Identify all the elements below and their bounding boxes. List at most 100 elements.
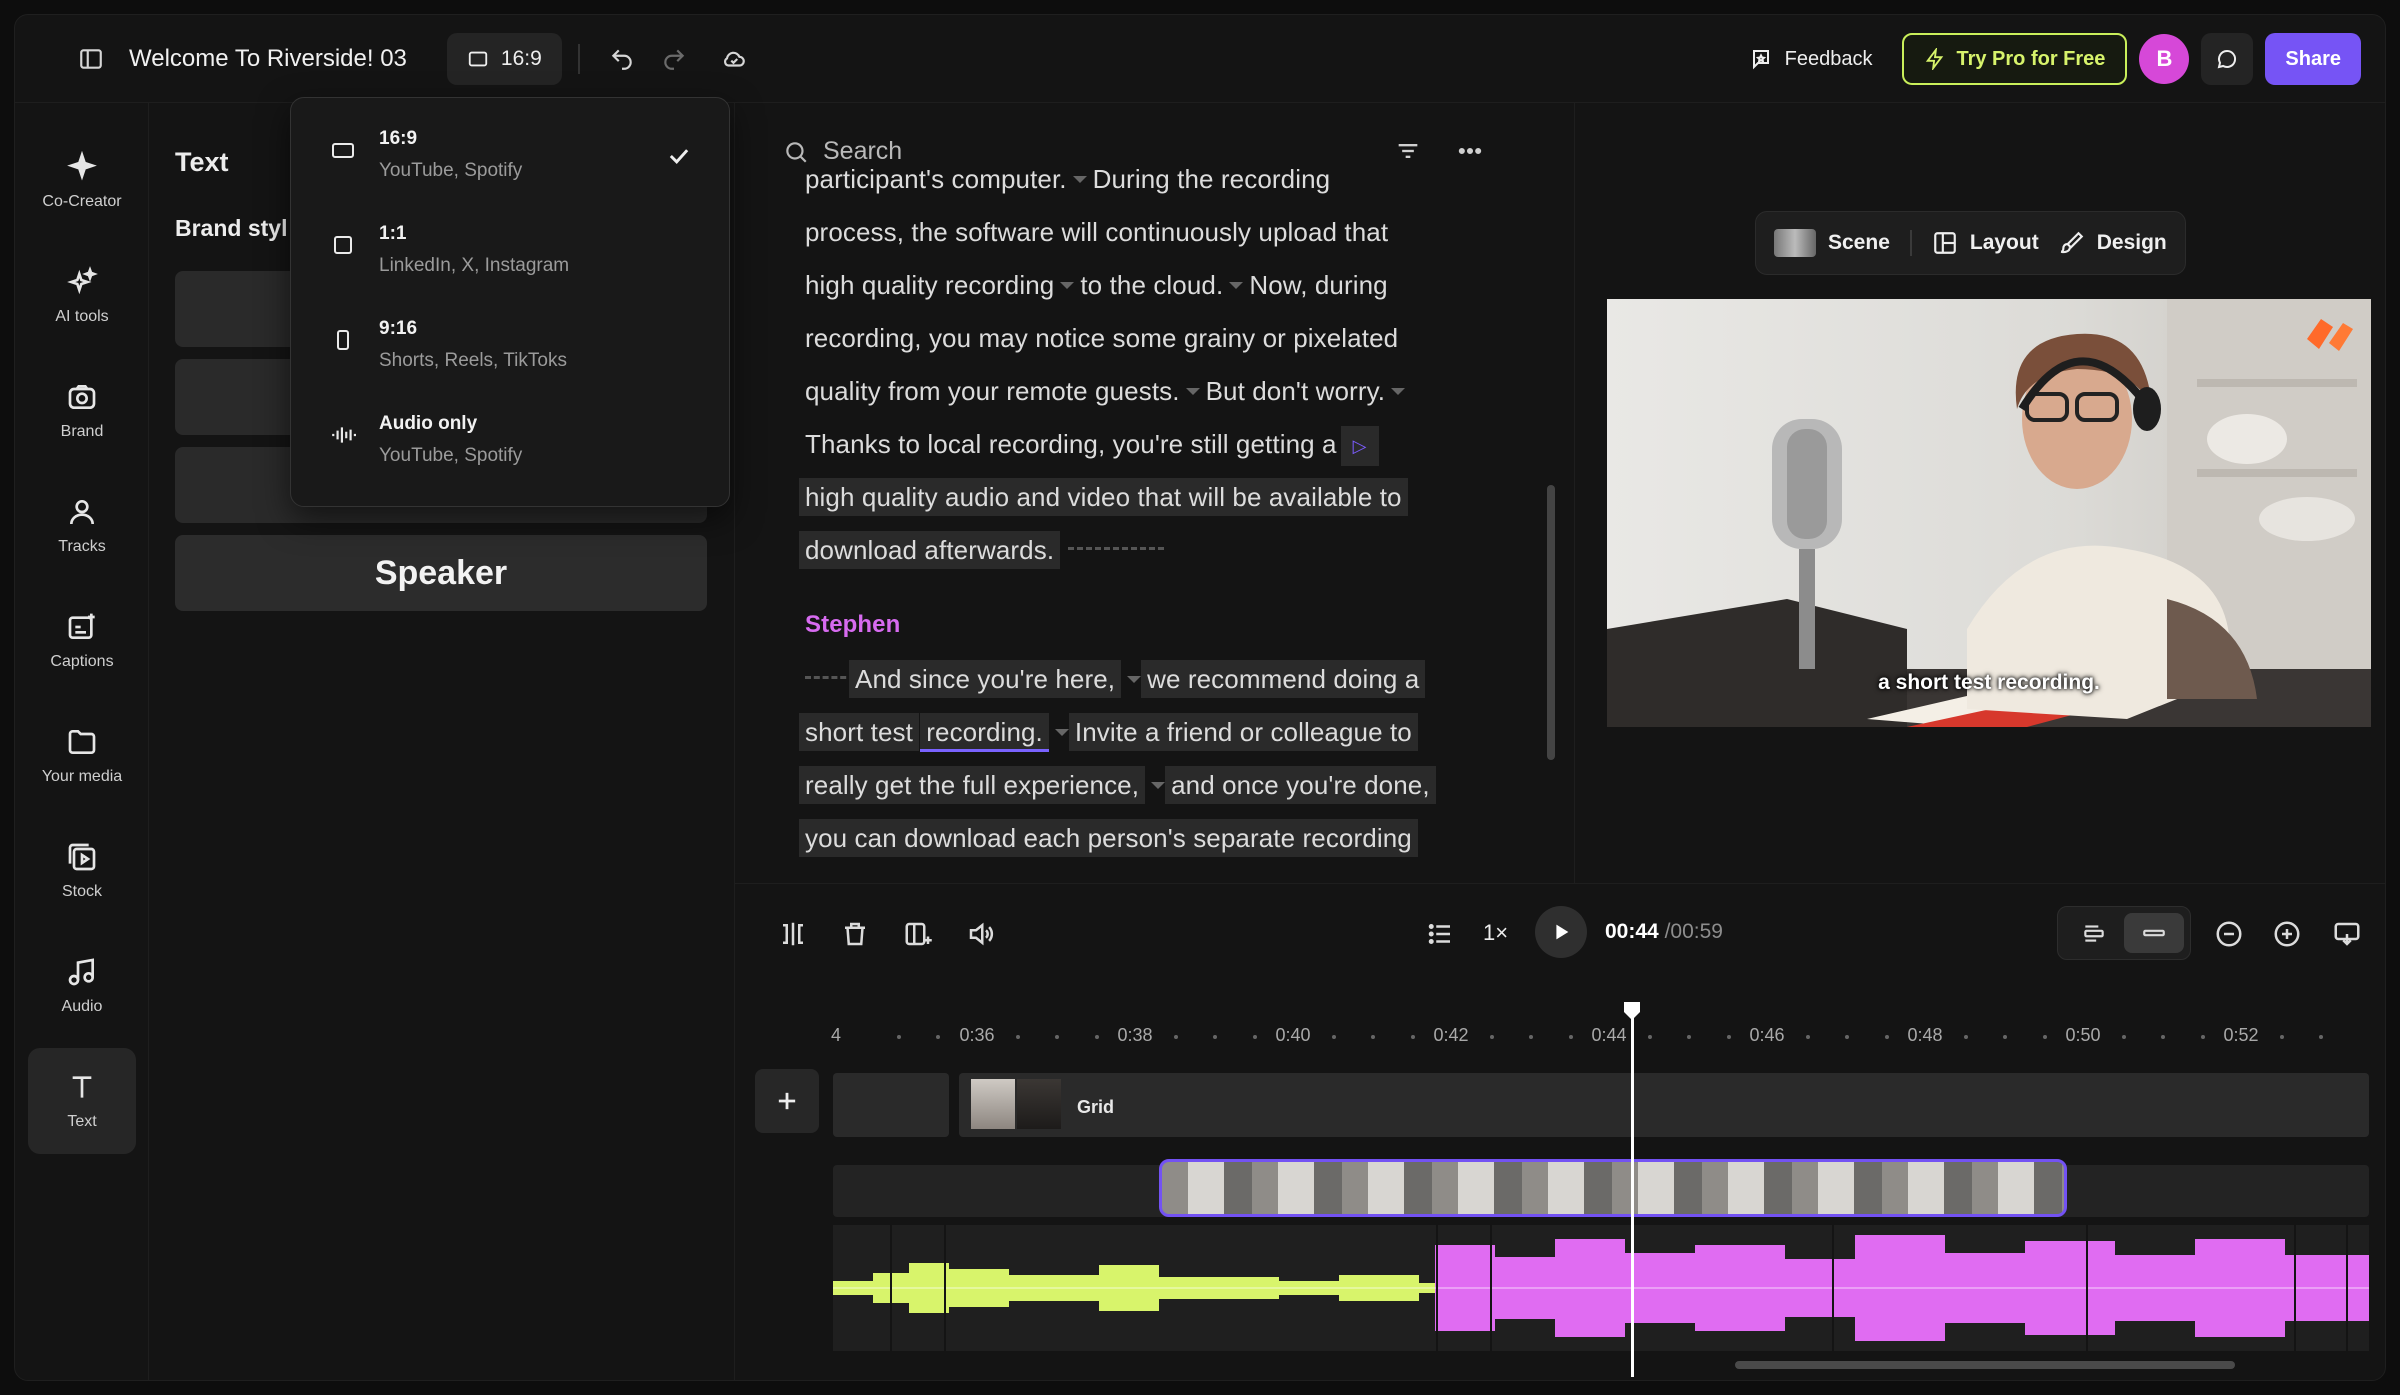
rail-item-stock[interactable]: Stock — [28, 818, 136, 924]
scene-button[interactable]: Scene — [1774, 229, 1890, 257]
feedback-label: Feedback — [1784, 47, 1873, 70]
ruler-tick: 0:48 — [1907, 1025, 1943, 1045]
ruler-dot — [1687, 1035, 1691, 1039]
fit-timeline-icon[interactable] — [2327, 914, 2367, 954]
transcript-scrollbar[interactable] — [1547, 485, 1555, 760]
ruler-tick: 0:44 — [1591, 1025, 1627, 1045]
zoom-out-icon[interactable] — [2209, 914, 2249, 954]
rail-item-text[interactable]: Text — [28, 1048, 136, 1154]
video-preview[interactable]: a short test recording. — [1607, 299, 2371, 727]
preview-toolbar: Scene Layout Design — [1755, 211, 2186, 275]
lightning-icon — [1926, 48, 1944, 70]
rail-item-brand[interactable]: Brand — [28, 358, 136, 464]
transcript-text[interactable]: participant's computer. During the record… — [799, 164, 1465, 865]
play-from-here-icon[interactable]: ▷ — [1340, 426, 1379, 467]
audio-track[interactable] — [833, 1225, 2369, 1351]
ruler-dot — [1016, 1035, 1020, 1039]
ruler-tick: 0:38 — [1117, 1025, 1153, 1045]
timeline[interactable]: 4 0:36 0:38 0:40 0:42 0:44 0:46 0:48 0:5… — [735, 983, 2385, 1380]
ruler-dot — [1727, 1035, 1731, 1039]
transcript-line: process, the software will continuously … — [805, 217, 1389, 247]
aspect-ratio-button[interactable]: 16:9 — [446, 32, 562, 85]
scene-segment-grid[interactable]: Grid — [959, 1073, 2369, 1137]
rail-label: Stock — [61, 883, 102, 900]
rail-label: Your media — [41, 768, 123, 785]
rail-label: Captions — [50, 653, 114, 670]
chat-icon — [2218, 49, 2237, 69]
time-ruler[interactable]: 4 0:36 0:38 0:40 0:42 0:44 0:46 0:48 0:5… — [831, 1025, 2363, 1055]
ruler-dot — [1253, 1035, 1257, 1039]
play-icon — [1556, 924, 1569, 940]
monitor-icon — [468, 51, 488, 66]
ratio-option-16-9[interactable]: 16:9 YouTube, Spotify — [291, 110, 729, 205]
ruler-tick: 0:46 — [1749, 1025, 1785, 1045]
ruler-dot — [1529, 1035, 1533, 1039]
scene-thumbnail — [1774, 229, 1816, 257]
project-title[interactable]: Welcome To Riverside! 03 — [129, 45, 407, 73]
ruler-dot — [2161, 1035, 2165, 1039]
expanded-tracks-icon[interactable] — [2064, 913, 2124, 953]
sidebar-toggle-icon[interactable] — [65, 33, 117, 85]
trash-icon[interactable] — [835, 914, 875, 954]
rail-item-captions[interactable]: Captions — [28, 588, 136, 694]
caption-overlay[interactable]: a short test recording. — [1607, 671, 2371, 695]
speaker-style-card[interactable]: Speaker — [175, 535, 707, 611]
share-button[interactable]: Share — [2265, 33, 2361, 85]
volume-icon[interactable] — [961, 914, 1001, 954]
playback-speed[interactable]: 1× — [1483, 920, 1508, 946]
compact-tracks-icon[interactable] — [2124, 913, 2184, 953]
try-pro-button[interactable]: Try Pro for Free — [1902, 33, 2128, 85]
playhead-handle-icon[interactable] — [1622, 1000, 1642, 1022]
rail-label: AI tools — [55, 308, 109, 325]
transcript-line: really get the full experience, and once … — [799, 759, 1465, 812]
scene-segment[interactable] — [833, 1073, 949, 1137]
play-button[interactable] — [1535, 906, 1587, 958]
magic-icon — [67, 266, 98, 295]
rail-item-ai-tools[interactable]: AI tools — [28, 243, 136, 349]
people-icon — [70, 500, 94, 525]
rail-label: Co-Creator — [42, 193, 122, 210]
ruler-dot — [1490, 1035, 1494, 1039]
avatar[interactable]: B — [2139, 34, 2190, 84]
stock-icon — [68, 843, 96, 871]
redo-icon[interactable] — [648, 33, 700, 85]
comments-button[interactable] — [2201, 33, 2254, 85]
playhead[interactable] — [1631, 1005, 1634, 1377]
split-icon[interactable] — [773, 914, 813, 954]
pause-marker-icon — [1060, 282, 1074, 292]
design-button[interactable]: Design — [2059, 230, 2167, 256]
ruler-dot — [1095, 1035, 1099, 1039]
zoom-in-icon[interactable] — [2267, 914, 2307, 954]
check-icon — [665, 142, 693, 175]
transcript-line: quality from your remote guests. But don'… — [805, 365, 1465, 418]
ruler-dot — [897, 1035, 901, 1039]
list-icon[interactable] — [1420, 914, 1460, 954]
cloud-sync-icon[interactable] — [708, 33, 760, 85]
feedback-button[interactable]: Feedback — [1731, 47, 1891, 71]
divider — [1909, 230, 1912, 256]
transcript-line: Thanks to local recording, you're still … — [805, 418, 1465, 471]
ruler-dot — [1964, 1035, 1968, 1039]
current-time: 00:44 — [1605, 920, 1659, 943]
ratio-option-audio-only[interactable]: Audio only YouTube, Spotify — [291, 395, 729, 490]
rail-item-co-creator[interactable]: Co-Creator — [28, 128, 136, 234]
speaker-name[interactable]: Stephen — [805, 597, 1465, 653]
pause-marker-icon — [1055, 729, 1069, 739]
video-clip[interactable] — [1159, 1159, 2067, 1217]
silence-marker — [1068, 547, 1165, 557]
transcript-line: high quality recording to the cloud. Now, … — [805, 270, 1388, 300]
ruler-tick: 0:52 — [2223, 1025, 2259, 1045]
rail-item-audio[interactable]: Audio — [28, 933, 136, 1039]
undo-icon[interactable] — [596, 33, 648, 85]
rail-item-tracks[interactable]: Tracks — [28, 473, 136, 579]
rail-item-your-media[interactable]: Your media — [28, 703, 136, 809]
timeline-scrollbar[interactable] — [1735, 1361, 2235, 1369]
layout-button[interactable]: Layout — [1932, 230, 2039, 256]
music-icon — [68, 958, 94, 986]
ratio-option-1-1[interactable]: 1:1 LinkedIn, X, Instagram — [291, 205, 729, 300]
ratio-option-9-16[interactable]: 9:16 Shorts, Reels, TikToks — [291, 300, 729, 395]
add-layout-icon[interactable] — [898, 914, 938, 954]
ruler-dot — [1174, 1035, 1178, 1039]
add-track-button[interactable] — [755, 1069, 819, 1133]
ruler-dot — [2201, 1035, 2205, 1039]
